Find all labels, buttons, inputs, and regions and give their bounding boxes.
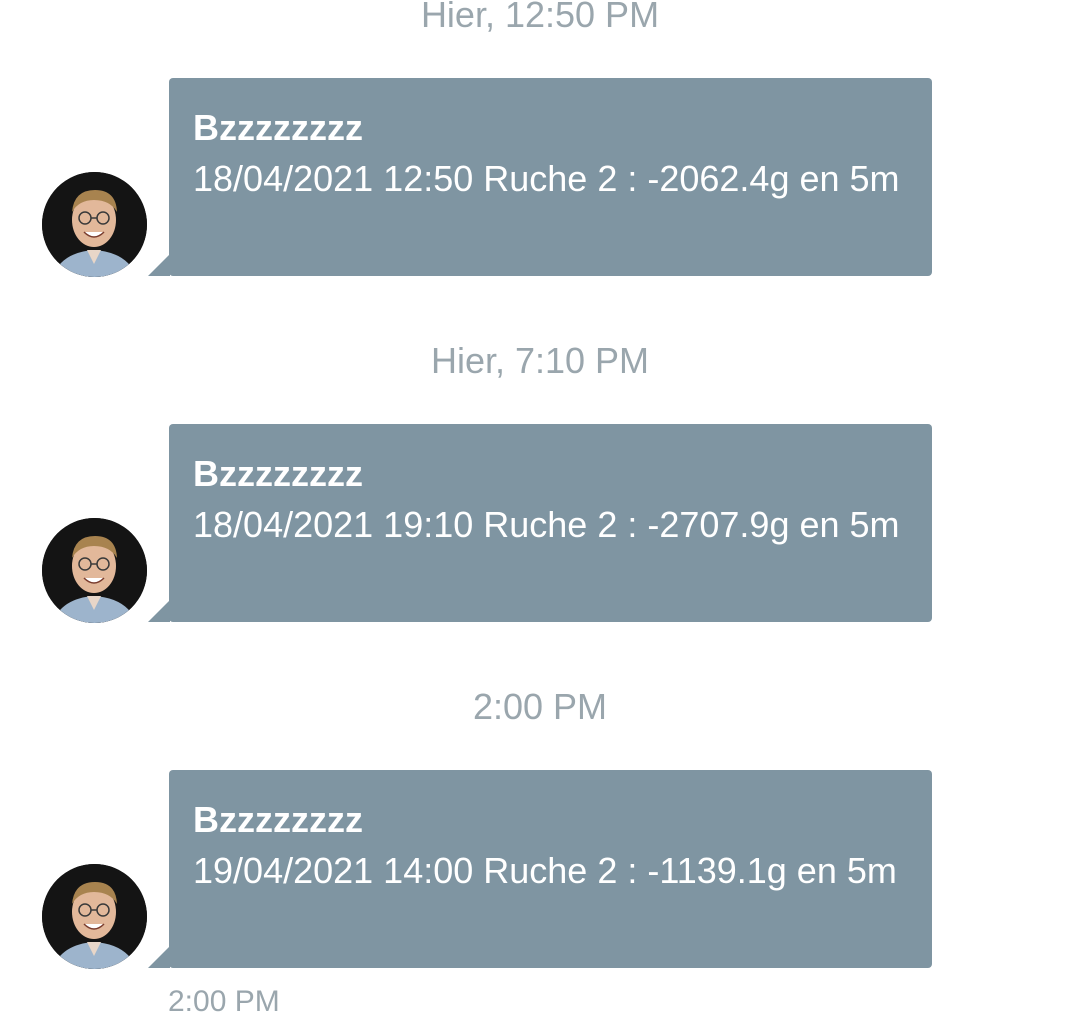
message-bubble[interactable]: Bzzzzzzzz 18/04/2021 12:50 Ruche 2 : -20… (169, 78, 932, 276)
message-sender: Bzzzzzzzz (193, 107, 363, 148)
bubble-tail (148, 254, 170, 276)
message-text: 18/04/2021 12:50 Ruche 2 : -2062.4g en 5… (193, 158, 900, 199)
bubble-tail (148, 600, 170, 622)
sender-avatar[interactable] (42, 864, 147, 969)
message-bubble[interactable]: Bzzzzzzzz 19/04/2021 14:00 Ruche 2 : -11… (169, 770, 932, 968)
message-text: 19/04/2021 14:00 Ruche 2 : -1139.1g en 5… (193, 850, 897, 891)
message-time-footer: 2:00 PM (168, 985, 280, 1018)
person-avatar-icon (42, 172, 147, 277)
message-text: 18/04/2021 19:10 Ruche 2 : -2707.9g en 5… (193, 504, 900, 545)
message-timestamp: Hier, 7:10 PM (430, 340, 650, 381)
message-timestamp: Hier, 12:50 PM (420, 0, 660, 35)
person-avatar-icon (42, 864, 147, 969)
sender-avatar[interactable] (42, 172, 147, 277)
message-bubble[interactable]: Bzzzzzzzz 18/04/2021 19:10 Ruche 2 : -27… (169, 424, 932, 622)
message-sender: Bzzzzzzzz (193, 799, 363, 840)
sender-avatar[interactable] (42, 518, 147, 623)
person-avatar-icon (42, 518, 147, 623)
message-sender: Bzzzzzzzz (193, 453, 363, 494)
message-timestamp: 2:00 PM (472, 686, 608, 727)
bubble-tail (148, 946, 170, 968)
